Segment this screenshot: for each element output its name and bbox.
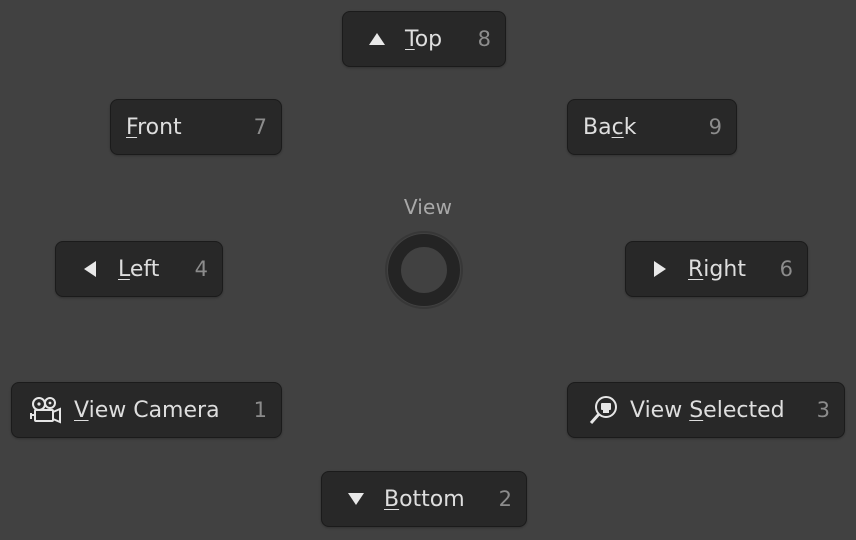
pie-item-label: Top bbox=[405, 26, 443, 52]
pie-item-label: View Selected bbox=[630, 397, 785, 423]
pie-item-label: Back bbox=[583, 114, 637, 140]
pie-item-label: View Camera bbox=[74, 397, 220, 423]
pie-item-label: Left bbox=[118, 256, 160, 282]
pie-item-left[interactable]: Left 4 bbox=[55, 241, 223, 297]
pie-item-label: Front bbox=[126, 114, 182, 140]
hotkey-label: 1 bbox=[253, 398, 267, 422]
pie-item-label: Bottom bbox=[384, 486, 465, 512]
pie-item-label: Right bbox=[688, 256, 746, 282]
hotkey-label: 2 bbox=[498, 487, 512, 511]
triangle-left-icon bbox=[72, 260, 108, 278]
hotkey-label: 8 bbox=[477, 27, 491, 51]
pie-item-top[interactable]: Top 8 bbox=[342, 11, 506, 67]
hotkey-label: 3 bbox=[816, 398, 830, 422]
triangle-down-icon bbox=[338, 492, 374, 506]
pie-center-ring bbox=[388, 234, 460, 306]
hotkey-label: 7 bbox=[253, 115, 267, 139]
pie-item-right[interactable]: Right 6 bbox=[625, 241, 808, 297]
pie-item-view-camera[interactable]: View Camera 1 bbox=[11, 382, 282, 438]
pie-item-bottom[interactable]: Bottom 2 bbox=[321, 471, 527, 527]
pie-item-back[interactable]: Back 9 bbox=[567, 99, 737, 155]
pie-menu-title: View bbox=[403, 195, 453, 219]
pie-item-view-selected[interactable]: View Selected 3 bbox=[567, 382, 845, 438]
pie-item-front[interactable]: Front 7 bbox=[110, 99, 282, 155]
hotkey-label: 9 bbox=[708, 115, 722, 139]
hotkey-label: 6 bbox=[779, 257, 793, 281]
camera-icon bbox=[28, 395, 64, 425]
triangle-up-icon bbox=[355, 32, 399, 46]
zoom-selected-icon bbox=[586, 394, 622, 426]
triangle-right-icon bbox=[642, 260, 678, 278]
hotkey-label: 4 bbox=[194, 257, 208, 281]
